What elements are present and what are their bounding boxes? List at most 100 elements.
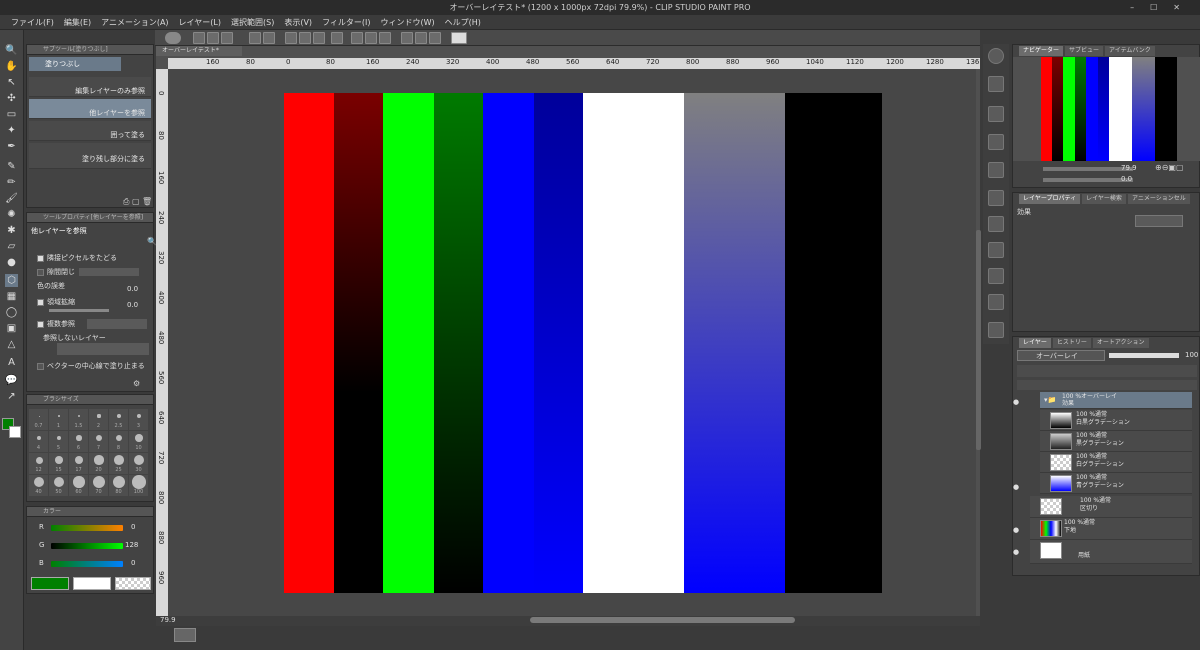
deselect-icon[interactable] — [351, 32, 363, 44]
eraser-icon[interactable]: ▱ — [5, 240, 18, 253]
brush-size-cell[interactable]: 25 — [109, 453, 128, 474]
color-margin-value[interactable]: 0.0 — [127, 285, 138, 293]
clip-studio-icon[interactable] — [165, 32, 181, 44]
gear-icon[interactable]: ⚙ — [133, 379, 140, 388]
palette-icon-5[interactable] — [988, 190, 1004, 206]
main-color-chip[interactable] — [31, 577, 69, 590]
palette-icon-4[interactable] — [988, 162, 1004, 178]
multi-ref-checkbox[interactable] — [37, 320, 44, 328]
navigator-rotate-slider[interactable] — [1043, 178, 1133, 182]
blend-mode-select[interactable]: オーバーレイ — [1017, 350, 1105, 361]
color-b-value[interactable]: 0 — [131, 559, 135, 567]
layer-row-paper[interactable]: 用紙 — [1030, 540, 1192, 564]
layer-toolbar[interactable] — [1017, 365, 1197, 377]
navigator-angle-value[interactable]: 0.0 — [1121, 175, 1132, 183]
transparent-color-chip[interactable] — [115, 577, 151, 590]
menu-window[interactable]: ウィンドウ(W) — [376, 15, 440, 30]
menu-edit[interactable]: 編集(E) — [59, 15, 96, 30]
brush-size-cell[interactable]: 2.5 — [109, 409, 128, 430]
no-ref-layer-buttons[interactable] — [57, 343, 149, 355]
brush-size-cell[interactable]: 17 — [69, 453, 88, 474]
palette-icon-10[interactable] — [988, 322, 1004, 338]
clear-outside-icon[interactable] — [299, 32, 311, 44]
close-gap-checkbox[interactable] — [37, 268, 44, 276]
brush-size-cell[interactable]: 50 — [49, 475, 68, 496]
brush-size-cell[interactable]: 80 — [109, 475, 128, 496]
layer-toolbar-2[interactable] — [1017, 380, 1197, 390]
color-r-value[interactable]: 0 — [131, 523, 135, 531]
menu-file[interactable]: ファイル(F) — [6, 15, 59, 30]
help-icon[interactable] — [451, 32, 467, 44]
canvas-tab[interactable]: オーバーレイテスト* — [156, 46, 242, 56]
brush-size-cell[interactable]: 10 — [129, 431, 148, 452]
clear-icon[interactable] — [285, 32, 297, 44]
figure-icon[interactable]: ◯ — [5, 306, 18, 319]
fill-icon[interactable]: ⬡ — [5, 274, 18, 287]
status-zoom[interactable]: 79.9 — [160, 616, 176, 624]
brush-size-cell[interactable]: 6 — [69, 431, 88, 452]
redo-icon[interactable] — [263, 32, 275, 44]
opacity-value[interactable]: 100 — [1185, 351, 1198, 359]
close-gap-option[interactable]: 隙間閉じ — [37, 267, 149, 277]
subtool-group-tab[interactable]: 塗りつぶし — [29, 57, 121, 71]
snap-grid-icon[interactable] — [429, 32, 441, 44]
opacity-slider[interactable] — [1109, 353, 1179, 358]
vertical-scrollbar[interactable] — [976, 230, 981, 450]
eye-icon[interactable]: ● — [1013, 548, 1023, 558]
brush-size-cell[interactable]: 40 — [29, 475, 48, 496]
tab-item-bank[interactable]: アイテムバンク — [1105, 46, 1155, 56]
area-scaling-value[interactable]: 0.0 — [127, 301, 138, 309]
menu-view[interactable]: 表示(V) — [279, 15, 317, 30]
multi-ref-option[interactable]: 複数参照 — [37, 319, 75, 329]
brush-icon[interactable]: 🖌 — [5, 192, 18, 205]
eye-icon[interactable]: ● — [1013, 526, 1023, 536]
search-icon[interactable] — [988, 48, 1004, 64]
menu-selection[interactable]: 選択範囲(S) — [226, 15, 279, 30]
layer-row-effect-folder[interactable]: ▾📁 100 %オーバーレイ 効果 — [1040, 392, 1192, 409]
layer-row-black-gradient[interactable]: 100 %通常 黒グラデーション — [1040, 431, 1192, 452]
eye-icon[interactable]: ● — [1013, 398, 1023, 408]
subtool-footer-icons[interactable]: ⎙ ▢ 🗑 — [123, 197, 152, 207]
sub-color-chip[interactable] — [73, 577, 111, 590]
palette-icon-2[interactable] — [988, 106, 1004, 122]
gradient-icon[interactable]: ▦ — [5, 290, 18, 303]
open-icon[interactable] — [207, 32, 219, 44]
brush-size-cell[interactable]: 30 — [129, 453, 148, 474]
effect-buttons[interactable] — [1135, 215, 1183, 227]
pencil-icon[interactable]: ✏ — [5, 176, 18, 189]
snap-ruler-icon[interactable] — [401, 32, 413, 44]
palette-icon-7[interactable] — [988, 242, 1004, 258]
canvas-image[interactable] — [284, 93, 882, 593]
layer-row-base[interactable]: 100 %通常 下地 — [1030, 518, 1192, 540]
palette-icon-6[interactable] — [988, 216, 1004, 232]
brush-size-cell[interactable]: 1 — [49, 409, 68, 430]
layer-row-divider[interactable]: 100 %通常 区切り — [1030, 496, 1192, 518]
layer-row-blue-gradient[interactable]: 100 %通常 青グラデーション — [1040, 473, 1192, 494]
brush-size-cell[interactable]: 4 — [29, 431, 48, 452]
brush-size-cell[interactable]: 100 — [129, 475, 148, 496]
tab-subview[interactable]: サブビュー — [1065, 46, 1104, 56]
layer-row-white-gradient[interactable]: 100 %通常 白グラデーション — [1040, 452, 1192, 473]
tab-navigator[interactable]: ナビゲーター — [1019, 46, 1064, 56]
transform-icon[interactable] — [331, 32, 343, 44]
invert-selection-icon[interactable] — [365, 32, 377, 44]
vector-center-checkbox[interactable] — [37, 362, 44, 370]
sub-color-swatch[interactable] — [9, 426, 21, 438]
selection-icon[interactable]: ▭ — [5, 108, 18, 121]
brush-size-cell[interactable]: 20 — [89, 453, 108, 474]
decoration-icon[interactable]: ✱ — [5, 224, 18, 237]
balloon-icon[interactable]: 💬 — [5, 374, 18, 387]
tab-layer-search[interactable]: レイヤー検索 — [1082, 194, 1126, 204]
adjacent-checkbox[interactable] — [37, 254, 44, 262]
tab-auto-action[interactable]: オートアクション — [1092, 338, 1149, 348]
brush-size-cell[interactable]: 2 — [89, 409, 108, 430]
subtool-item-refer-other-layers[interactable]: 他レイヤーを参照 — [29, 99, 151, 119]
subtool-item-enclose-fill[interactable]: 囲って塗る — [29, 121, 151, 141]
multi-ref-buttons[interactable] — [87, 319, 147, 329]
area-scaling-slider[interactable] — [49, 309, 109, 312]
undo-icon[interactable] — [249, 32, 261, 44]
vector-center-option[interactable]: ベクターの中心線で塗り止まる — [37, 361, 145, 371]
navigator-controls[interactable]: ⊕⊖▣▢ — [1155, 163, 1184, 172]
subtool-item-edit-layer-only[interactable]: 編集レイヤーのみ参照 — [29, 77, 151, 97]
navigator-preview[interactable] — [1041, 57, 1177, 161]
